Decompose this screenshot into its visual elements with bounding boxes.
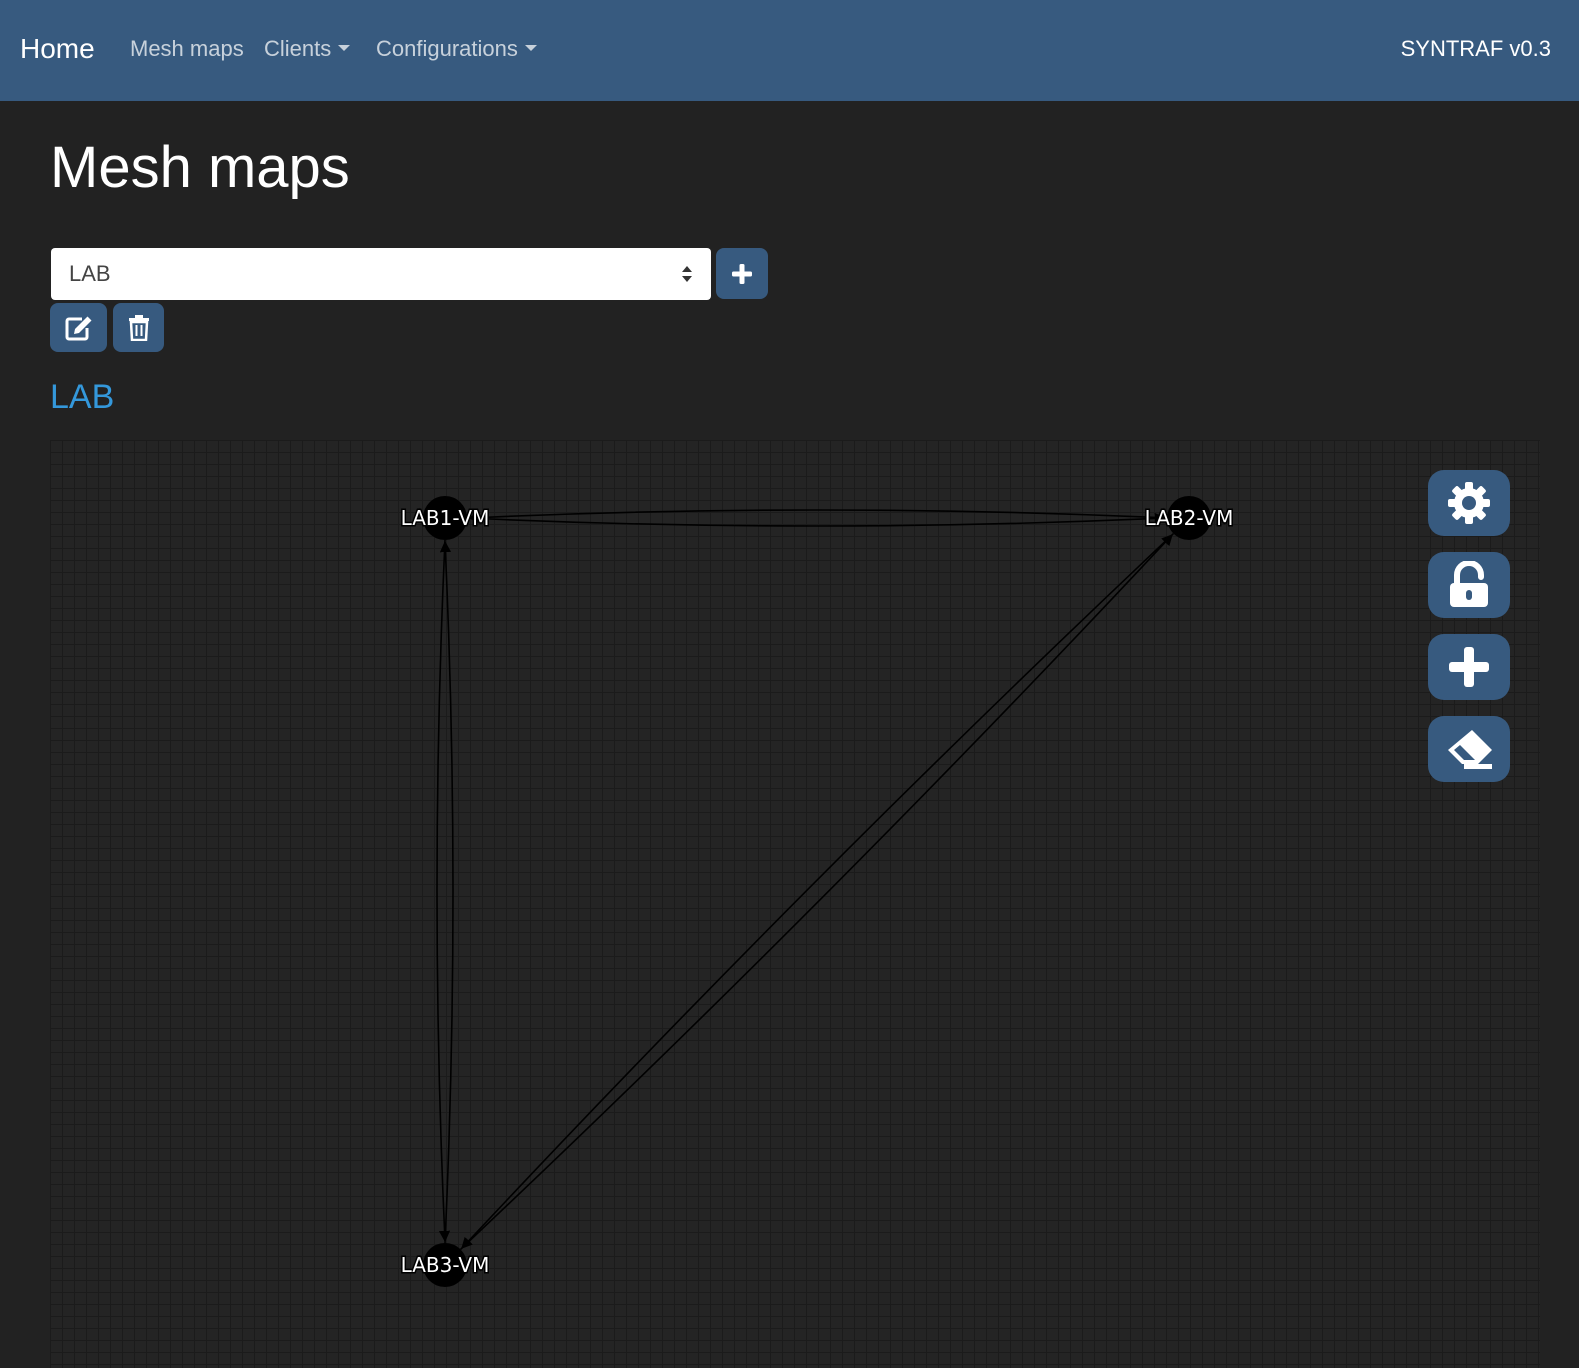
nav-configurations-label: Configurations [376, 36, 518, 61]
map-title: LAB [50, 378, 115, 416]
nodes-layer: LAB1-VM LAB2-VM LAB3-VM [399, 496, 1235, 1287]
edit-map-button[interactable] [50, 303, 107, 352]
app-version: SYNTRAF v0.3 [1400, 36, 1551, 61]
mesh-map-canvas[interactable]: LAB1-VM LAB2-VM LAB3-VM [50, 440, 1540, 1368]
plus-icon [1449, 647, 1489, 687]
edge-lab1-vm-to-lab2-vm[interactable] [466, 512, 1167, 527]
node-lab2-vm[interactable]: LAB2-VM [1143, 496, 1235, 540]
trash-icon [128, 314, 149, 341]
edge-lab3-vm-to-lab1-vm[interactable] [439, 540, 454, 1244]
edit-icon [65, 316, 91, 340]
unlock-button[interactable] [1428, 552, 1510, 618]
nav-home-link[interactable]: Home [20, 30, 95, 68]
page-title: Mesh maps [50, 135, 350, 200]
mesh-map-select-value: LAB [69, 261, 111, 286]
eraser-icon [1448, 730, 1492, 769]
mesh-map-select[interactable]: LAB [51, 248, 711, 300]
navbar: Home Mesh maps Clients Configurations SY… [0, 0, 1579, 101]
node-lab3-vm[interactable]: LAB3-VM [399, 1243, 491, 1287]
delete-map-button[interactable] [113, 303, 164, 352]
edge-lab1-vm-to-lab3-vm[interactable] [436, 539, 451, 1243]
chevron-down-icon [524, 45, 537, 51]
edge-lab2-vm-to-lab3-vm[interactable] [461, 533, 1175, 1249]
add-node-button[interactable] [1428, 634, 1510, 700]
edge-lab2-vm-to-lab1-vm[interactable] [467, 509, 1168, 524]
unlock-icon [1450, 561, 1488, 607]
nav-clients-dropdown[interactable]: Clients [264, 34, 351, 64]
mesh-map-graph[interactable]: LAB1-VM LAB2-VM LAB3-VM [50, 440, 1540, 1368]
edge-lab3-vm-to-lab2-vm[interactable] [459, 534, 1173, 1250]
chevron-down-icon [338, 45, 351, 51]
select-arrows-icon [682, 266, 692, 282]
add-map-button[interactable] [716, 248, 768, 299]
node-label: LAB3-VM [401, 1253, 490, 1277]
nav-configurations-dropdown[interactable]: Configurations [376, 34, 537, 64]
gear-icon [1448, 482, 1490, 524]
nav-mesh-maps-label: Mesh maps [130, 36, 244, 61]
node-lab1-vm[interactable]: LAB1-VM [399, 496, 491, 540]
settings-button[interactable] [1428, 470, 1510, 536]
nav-clients-label: Clients [264, 36, 332, 61]
nav-mesh-maps-link[interactable]: Mesh maps [130, 34, 244, 64]
plus-icon [732, 263, 752, 284]
clear-button[interactable] [1428, 716, 1510, 782]
edges-layer [436, 509, 1175, 1250]
node-label: LAB1-VM [401, 506, 490, 530]
node-label: LAB2-VM [1145, 506, 1234, 530]
